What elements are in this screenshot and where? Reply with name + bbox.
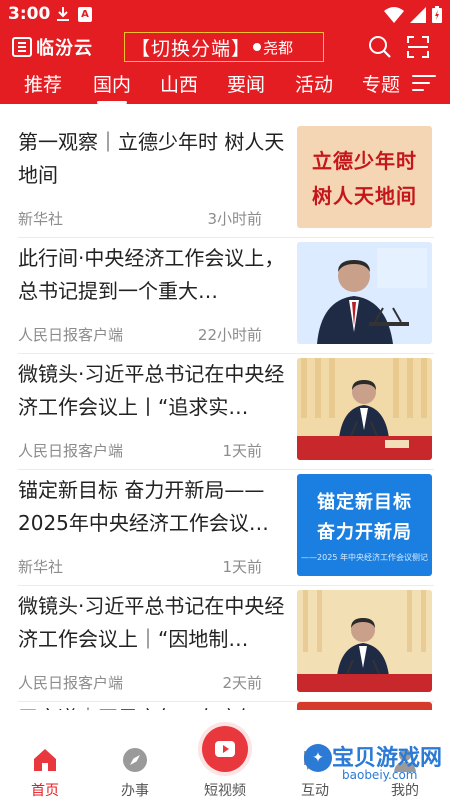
news-item[interactable]: 此行间·中央经济工作会议上，总书记提到一个重大… 人民日报客户端 22小时前 (0, 238, 450, 354)
news-title: 微镜头·习近平总书记在中央经济工作会议上丨“追求实… (18, 362, 285, 419)
news-thumbnail (297, 702, 432, 710)
news-thumbnail: 立德少年时 树人天地间 (297, 126, 432, 228)
news-source: 人民日报客户端 (18, 674, 124, 692)
news-title: 微镜头·习近平总书记在中央经济工作会议上｜“因地制… (18, 594, 285, 651)
news-source: 人民日报客户端 (18, 326, 124, 344)
news-source: 新华社 (18, 210, 64, 228)
download-icon (57, 7, 69, 21)
watermark-url: baobeiy.com (342, 768, 418, 782)
wifi-icon (384, 6, 404, 23)
news-time: 1天前 (222, 442, 262, 460)
nav-label: 首页 (31, 783, 59, 799)
news-item[interactable]: 第一观察｜立德少年时 树人天地间 新华社 3小时前 立德少年时 树人天地间 (0, 122, 450, 238)
news-title: 习言道｜开局之年，有底气 (18, 702, 286, 710)
play-icon (215, 741, 235, 757)
gamepad-icon: ✦ (304, 744, 332, 772)
news-item[interactable]: 锚定新目标 奋力开新局——2025年中央经济工作会议… 新华社 1天前 锚定新目… (0, 470, 450, 586)
status-time: 3:00 (8, 4, 51, 24)
logo-mark-icon (12, 37, 32, 57)
nav-label: 短视频 (204, 783, 246, 799)
news-source: 新华社 (18, 558, 64, 576)
news-list: 第一观察｜立德少年时 树人天地间 新华社 3小时前 立德少年时 树人天地间 此行… (0, 122, 450, 710)
news-item[interactable]: 习言道｜开局之年，有底气 (0, 702, 450, 710)
watermark: ✦ 宝贝游戏网 baobeiy.com (276, 740, 448, 788)
news-title: 第一观察｜立德少年时 树人天地间 (18, 130, 285, 187)
status-bar: 3:00 A (0, 0, 450, 32)
battery-icon (432, 6, 442, 23)
switch-branch-label: 【切换分端】 (131, 37, 252, 60)
tab-events[interactable]: 活动 (295, 70, 333, 97)
notification-app-icon: A (78, 6, 92, 22)
category-tabs: 推荐 国内 山西 要闻 活动 专题 (0, 64, 450, 104)
thumbnail-text-line: 树人天地间 (312, 184, 417, 208)
news-time: 2天前 (222, 674, 262, 692)
compass-icon (123, 748, 147, 772)
tab-recommend[interactable]: 推荐 (24, 70, 62, 97)
location-pin-icon (253, 43, 262, 51)
logo-text: 临汾云 (36, 38, 93, 59)
news-time: 3小时前 (207, 210, 262, 228)
search-icon[interactable] (368, 35, 392, 59)
thumbnail-caption: ——2025 年中央经济工作会议侧记 (301, 552, 428, 562)
home-icon (34, 749, 56, 771)
app-header: 3:00 A 临汾云 【切换分端】 尧都 推荐 国内 山西 要闻 活动 专题 (0, 0, 450, 104)
current-city: 尧都 (263, 38, 294, 57)
news-title: 锚定新目标 奋力开新局——2025年中央经济工作会议… (18, 478, 269, 535)
thumbnail-text-line: 奋力开新局 (317, 521, 412, 543)
tab-domestic[interactable]: 国内 (93, 70, 131, 104)
menu-icon[interactable] (412, 72, 436, 94)
news-time: 1天前 (222, 558, 262, 576)
tab-topics[interactable]: 专题 (362, 70, 400, 97)
nav-label: 办事 (121, 783, 149, 799)
news-thumbnail (297, 590, 432, 692)
news-item[interactable]: 微镜头·习近平总书记在中央经济工作会议上｜“因地制… 人民日报客户端 2天前 (0, 586, 450, 702)
news-item[interactable]: 微镜头·习近平总书记在中央经济工作会议上丨“追求实… 人民日报客户端 1天前 (0, 354, 450, 470)
thumbnail-text-line: 锚定新目标 (317, 491, 412, 513)
news-source: 人民日报客户端 (18, 442, 124, 460)
news-time: 22小时前 (197, 326, 262, 344)
signal-icon (410, 6, 426, 23)
app-logo: 临汾云 (12, 34, 93, 60)
news-thumbnail (297, 358, 432, 460)
video-button (202, 726, 248, 772)
news-thumbnail (297, 242, 432, 344)
thumbnail-text-line: 立德少年时 (312, 149, 417, 173)
tab-headlines[interactable]: 要闻 (227, 70, 265, 97)
switch-branch-button[interactable]: 【切换分端】 尧都 (124, 32, 324, 62)
tab-shanxi[interactable]: 山西 (160, 70, 198, 97)
news-thumbnail: 锚定新目标 奋力开新局 ——2025 年中央经济工作会议侧记 (297, 474, 432, 576)
app-bar: 临汾云 【切换分端】 尧都 (0, 32, 450, 64)
scan-icon[interactable] (406, 35, 430, 59)
news-title: 此行间·中央经济工作会议上，总书记提到一个重大… (18, 246, 285, 303)
